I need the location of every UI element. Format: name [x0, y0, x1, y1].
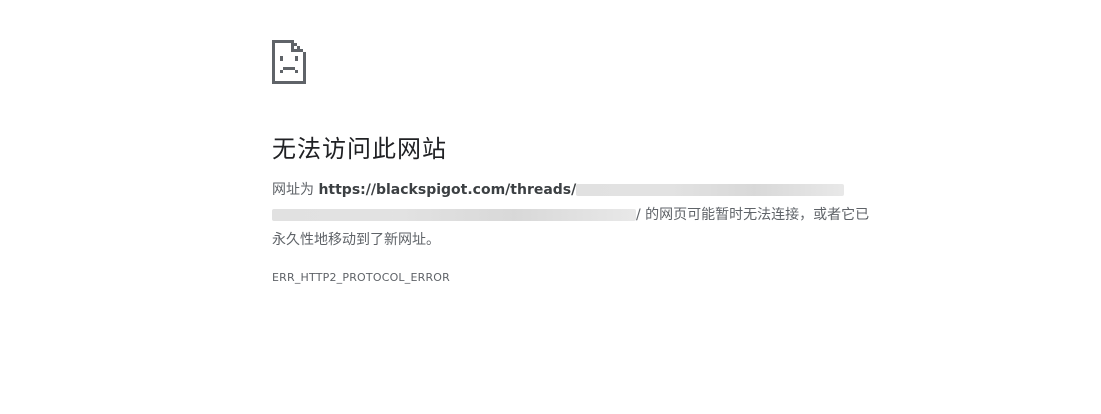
error-code: ERR_HTTP2_PROTOCOL_ERROR: [272, 271, 451, 284]
redacted-url-part: [576, 184, 845, 196]
page-title: 无法访问此网站: [272, 135, 447, 163]
sad-page-icon: [272, 40, 306, 84]
error-summary: 网址为 https://blackspigot.com/threads// 的网…: [272, 178, 872, 253]
site-url: https://blackspigot.com/threads/: [318, 182, 577, 198]
summary-prefix: 网址为: [272, 182, 319, 198]
redacted-url-part: [272, 209, 636, 221]
error-page: 无法访问此网站 网址为 https://blackspigot.com/thre…: [272, 40, 872, 285]
